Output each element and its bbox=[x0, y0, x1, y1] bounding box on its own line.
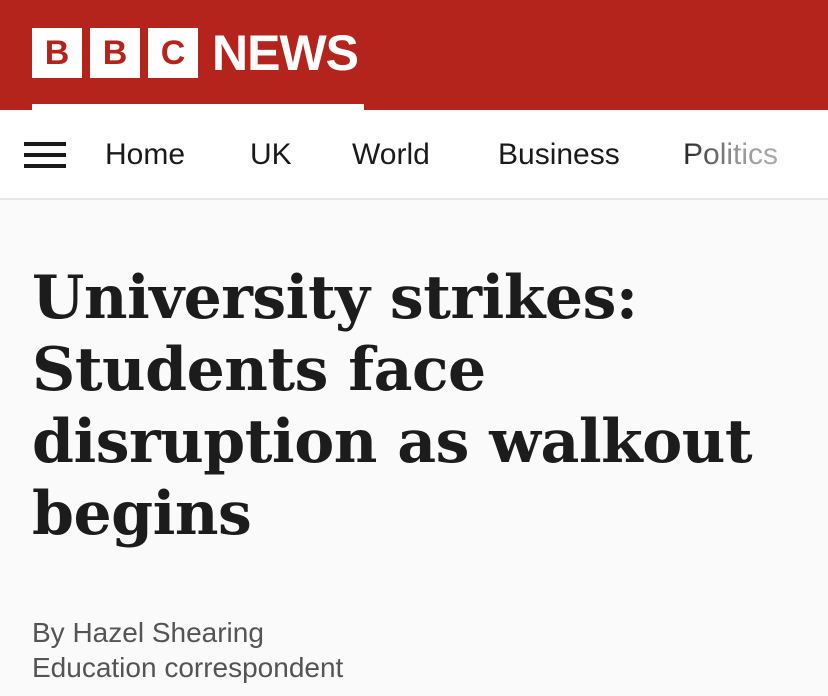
logo-letter-b2: B bbox=[90, 28, 140, 78]
hamburger-menu-icon[interactable] bbox=[24, 140, 68, 170]
article-headline: University strikes: Students face disrup… bbox=[32, 263, 753, 549]
masthead: B B C NEWS bbox=[0, 0, 828, 112]
nav-item-home[interactable]: Home bbox=[105, 138, 185, 172]
byline-author[interactable]: By Hazel Shearing bbox=[32, 615, 343, 650]
logo-news-word: NEWS bbox=[212, 25, 359, 81]
nav-item-uk[interactable]: UK bbox=[250, 138, 292, 172]
byline: By Hazel Shearing Education corresponden… bbox=[32, 615, 343, 685]
nav-item-business[interactable]: Business bbox=[498, 138, 620, 172]
section-nav: Home UK World Business Politics bbox=[0, 112, 828, 200]
page: B B C NEWS Home UK World Business Politi… bbox=[0, 0, 828, 696]
logo-letter-c: C bbox=[148, 28, 198, 78]
nav-item-world[interactable]: World bbox=[352, 138, 430, 172]
active-section-indicator bbox=[32, 104, 364, 112]
byline-role: Education correspondent bbox=[32, 652, 344, 683]
bbc-news-logo[interactable]: B B C NEWS bbox=[32, 25, 359, 81]
nav-item-politics[interactable]: Politics bbox=[683, 138, 778, 172]
logo-letter-b1: B bbox=[32, 28, 82, 78]
